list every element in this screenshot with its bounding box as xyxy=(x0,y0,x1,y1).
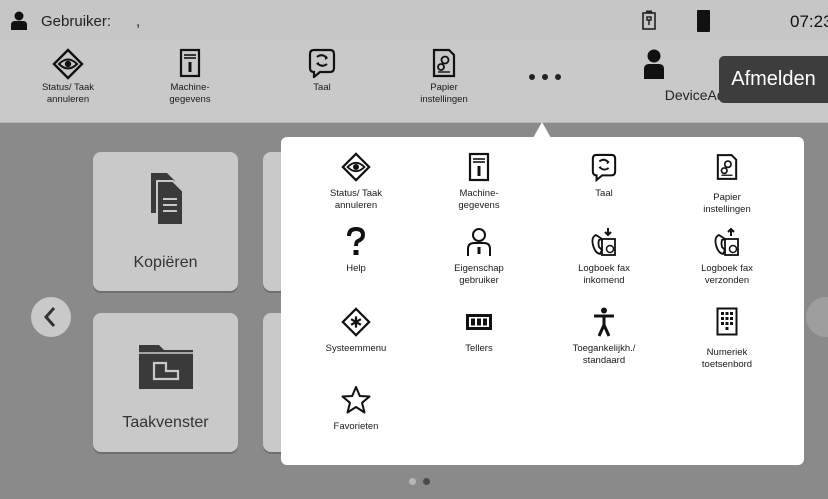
menu-status-button[interactable]: Status/ Taak annuleren xyxy=(296,152,416,212)
menu-system-menu-button[interactable]: Systeemmenu xyxy=(296,307,416,355)
page-dot xyxy=(409,478,416,485)
next-page-button[interactable] xyxy=(806,297,828,337)
job-box-icon xyxy=(139,345,193,389)
clock: 07:23 xyxy=(790,12,828,31)
menu-fax-out-log-label: Logboek fax verzonden xyxy=(701,263,753,286)
menu-favorites-label: Favorieten xyxy=(333,421,379,432)
copy-tile-label: Kopiëren xyxy=(133,254,198,271)
toolbar-language-label: Taal xyxy=(313,82,331,93)
user-name: , xyxy=(136,13,141,30)
menu-user-property-button[interactable]: Eigenschap gebruiker xyxy=(419,227,539,287)
numeric-keypad-icon xyxy=(716,307,738,336)
machine-info-icon xyxy=(468,152,490,182)
language-icon xyxy=(308,48,336,78)
counter-icon xyxy=(466,314,492,330)
paper-settings-icon xyxy=(716,154,738,180)
menu-machine-info-button[interactable]: Machine-gegevens xyxy=(419,152,539,212)
popup-caret xyxy=(533,122,551,138)
menu-help-label: Help xyxy=(346,263,366,274)
menu-language-button[interactable]: Taal xyxy=(544,152,664,200)
user-property-icon xyxy=(467,228,491,256)
menu-system-menu-label: Systeemmenu xyxy=(325,343,387,354)
chevron-left-icon xyxy=(43,307,56,327)
menu-accessibility-button[interactable]: Toegankelijkh./ standaard xyxy=(544,307,664,367)
menu-status-label: Status/ Taak annuleren xyxy=(329,188,383,211)
status-eye-icon xyxy=(52,48,84,80)
screen: Gebruiker: , 07:23 Status/ Taak annulere… xyxy=(0,0,828,499)
status-eye-icon xyxy=(341,152,371,182)
toolbar-machine-info-label: Machine-gegevens xyxy=(169,82,211,105)
menu-fax-in-log-button[interactable]: Logboek fax inkomend xyxy=(544,227,664,287)
admin-user-button[interactable]: DeviceAdmin xyxy=(602,40,747,123)
accessibility-icon xyxy=(594,307,614,337)
toolbar-status-button[interactable]: Status/ Taak annuleren xyxy=(28,40,108,123)
battery-icon xyxy=(642,10,656,30)
signal-icon xyxy=(697,10,710,32)
toolbar: Status/ Taak annuleren Machine-gegevens … xyxy=(0,40,828,123)
menu-machine-info-label: Machine-gegevens xyxy=(458,188,500,211)
toolbar-status-label: Status/ Taak annuleren xyxy=(41,82,95,105)
menu-counter-label: Tellers xyxy=(465,343,493,354)
menu-help-button[interactable]: Help xyxy=(296,227,416,275)
menu-numeric-keypad-label: Numeriek toetsenbord xyxy=(701,347,753,370)
more-dot xyxy=(555,74,561,80)
paper-settings-icon xyxy=(432,48,456,78)
logout-button[interactable]: Afmelden xyxy=(719,56,828,103)
menu-paper-settings-label: Papier instellingen xyxy=(703,192,751,215)
favorites-star-icon xyxy=(341,386,371,414)
menu-fax-in-log-label: Logboek fax inkomend xyxy=(578,263,630,286)
job-box-tile[interactable]: Taakvenster xyxy=(93,313,238,452)
user-icon xyxy=(11,11,27,30)
menu-accessibility-label: Toegankelijkh./ standaard xyxy=(572,343,636,366)
toolbar-language-button[interactable]: Taal xyxy=(282,40,362,123)
toolbar-paper-settings-label: Papier instellingen xyxy=(420,82,468,105)
copy-icon xyxy=(151,173,184,226)
menu-user-property-label: Eigenschap gebruiker xyxy=(454,263,504,286)
fax-in-log-icon xyxy=(591,228,616,256)
language-icon xyxy=(591,153,617,182)
more-dots-icon xyxy=(529,74,535,80)
system-menu-icon xyxy=(341,307,371,337)
toolbar-machine-info-button[interactable]: Machine-gegevens xyxy=(150,40,230,123)
menu-fax-out-log-button[interactable]: Logboek fax verzonden xyxy=(667,227,787,287)
fax-out-log-icon xyxy=(714,227,739,256)
admin-user-icon xyxy=(644,49,664,79)
menu-language-label: Taal xyxy=(595,188,613,199)
status-bar: Gebruiker: , 07:23 xyxy=(0,0,828,40)
menu-numeric-keypad-button[interactable]: Numeriek toetsenbord xyxy=(667,307,787,371)
previous-page-button[interactable] xyxy=(31,297,71,337)
copy-tile[interactable]: Kopiëren xyxy=(93,152,238,291)
menu-counter-button[interactable]: Tellers xyxy=(419,307,539,355)
more-menu-popup: Status/ Taak annuleren Machine-gegevens … xyxy=(281,137,804,465)
toolbar-paper-settings-button[interactable]: Papier instellingen xyxy=(404,40,484,123)
more-dot xyxy=(542,74,548,80)
menu-favorites-button[interactable]: Favorieten xyxy=(296,385,416,433)
more-button[interactable] xyxy=(523,62,567,92)
machine-info-icon xyxy=(179,48,201,78)
page-indicator xyxy=(409,472,433,490)
user-label: Gebruiker: xyxy=(41,13,112,30)
menu-paper-settings-button[interactable]: Papier instellingen xyxy=(667,152,787,216)
job-box-tile-label: Taakvenster xyxy=(122,414,209,431)
page-dot-active xyxy=(423,478,431,485)
help-icon xyxy=(347,227,366,255)
